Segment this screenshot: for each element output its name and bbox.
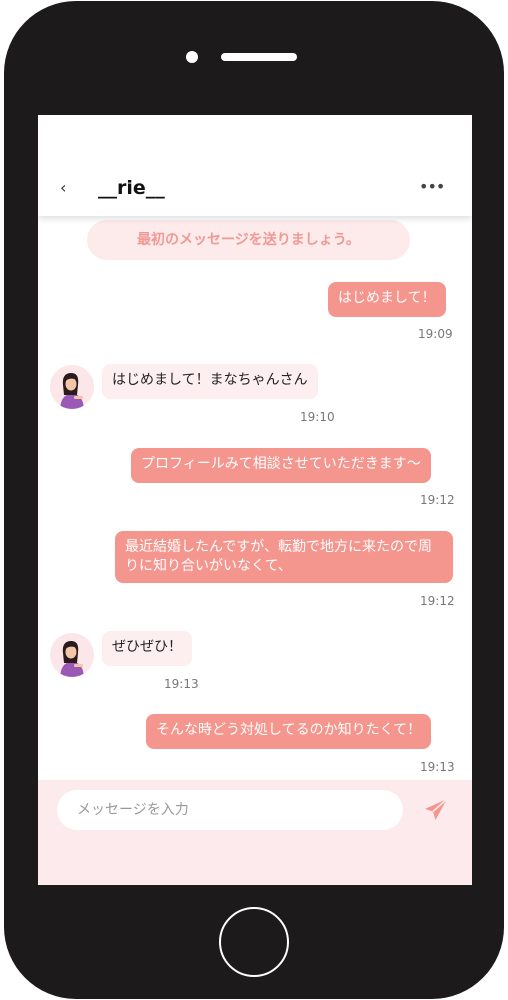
send-paper-plane-icon[interactable] bbox=[423, 797, 449, 823]
avatar-woman-icon[interactable] bbox=[50, 633, 94, 677]
more-dots-icon[interactable]: ••• bbox=[419, 177, 445, 197]
message-bubble-incoming: はじめまして！まなちゃんさん bbox=[102, 364, 318, 399]
back-chevron-icon[interactable]: ‹ bbox=[60, 178, 66, 198]
message-input[interactable]: メッセージを入力 bbox=[57, 790, 403, 830]
chat-header: ‹ __rie__ ••• bbox=[38, 115, 472, 216]
message-time: 19:13 bbox=[420, 760, 455, 774]
front-camera bbox=[186, 51, 198, 63]
home-button[interactable] bbox=[219, 907, 289, 977]
earpiece-speaker bbox=[221, 53, 297, 61]
message-bubble-outgoing: プロフィールみて相談させていただきます〜 bbox=[131, 448, 431, 483]
avatar-woman-icon[interactable] bbox=[50, 365, 94, 409]
phone-frame: ‹ __rie__ ••• 最初のメッセージを送りましょう。 はじめまして！ 1… bbox=[4, 1, 504, 999]
message-bubble-incoming: ぜひぜひ！ bbox=[102, 631, 192, 666]
message-bubble-outgoing: はじめまして！ bbox=[328, 282, 446, 317]
chat-partner-name: __rie__ bbox=[98, 177, 165, 199]
message-bubble-outgoing: そんな時どう対処してるのか知りたくて！ bbox=[146, 714, 432, 749]
message-bubble-outgoing: 最近結婚したんですが、転勤で地方に来たので周りに知り合いがいなくて、 bbox=[115, 531, 453, 583]
message-time: 19:12 bbox=[420, 594, 455, 608]
message-time: 19:13 bbox=[164, 677, 199, 691]
message-time: 19:10 bbox=[300, 410, 335, 424]
chat-screen: ‹ __rie__ ••• 最初のメッセージを送りましょう。 はじめまして！ 1… bbox=[38, 115, 472, 885]
message-time: 19:12 bbox=[420, 493, 455, 507]
first-message-notice: 最初のメッセージを送りましょう。 bbox=[87, 220, 410, 260]
message-composer: メッセージを入力 bbox=[38, 780, 472, 885]
message-time: 19:09 bbox=[418, 327, 453, 341]
